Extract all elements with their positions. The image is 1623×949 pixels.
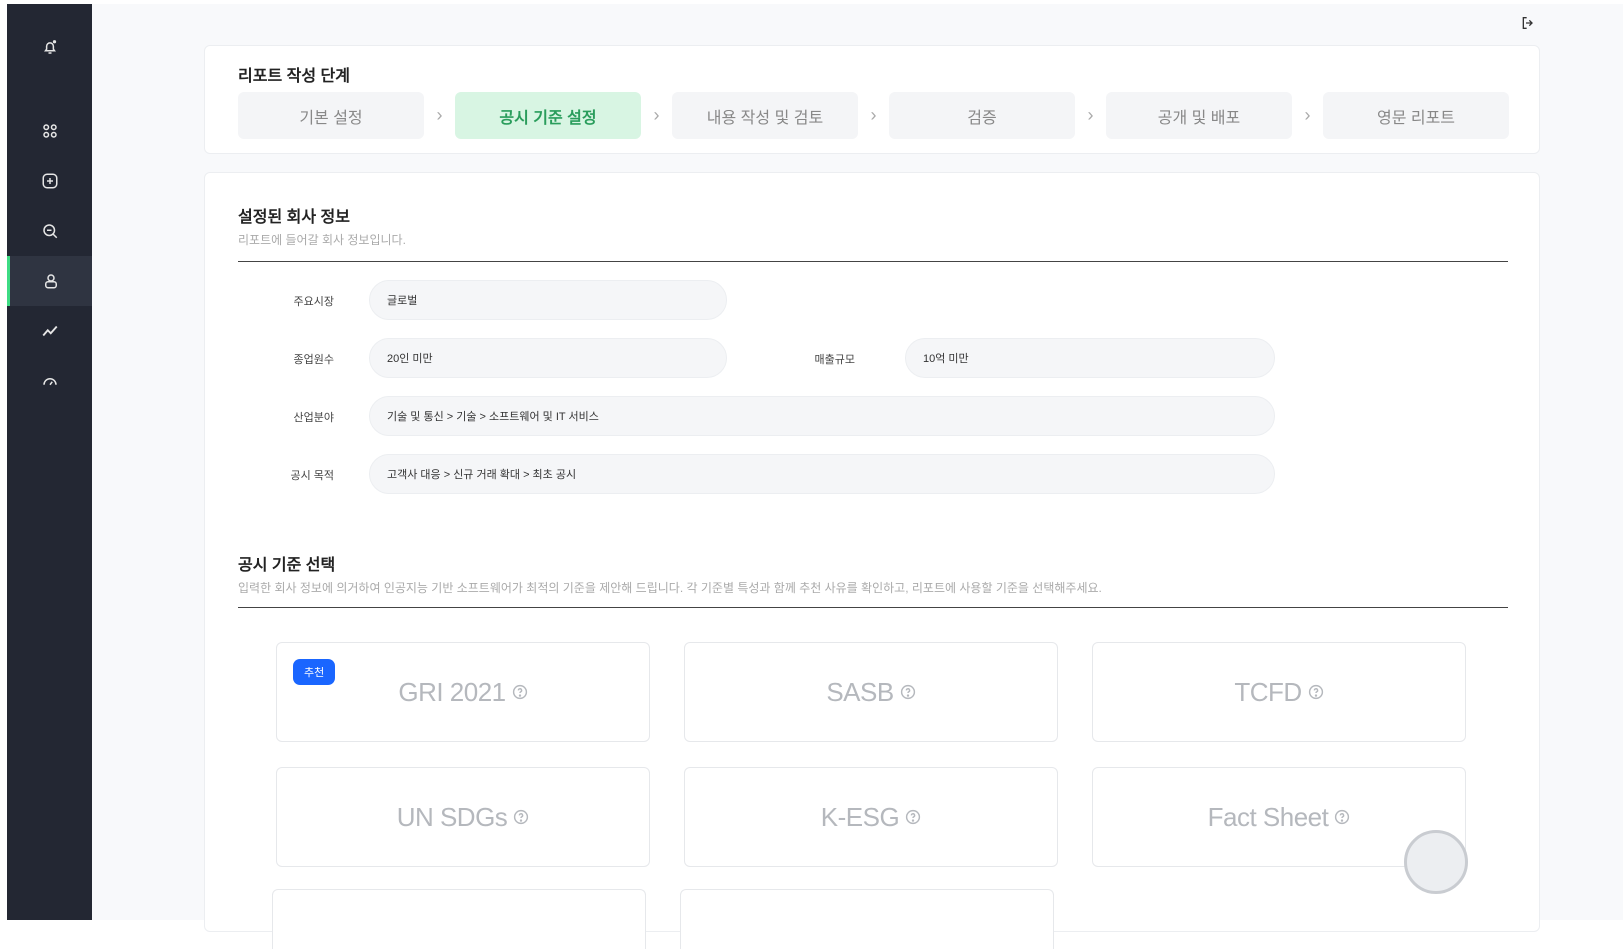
help-icon[interactable]	[513, 809, 529, 825]
help-icon[interactable]	[905, 809, 921, 825]
market-field: 글로벌	[369, 280, 727, 320]
revenue-label: 매출규모	[814, 354, 855, 366]
content-card: 설정된 회사 정보 리포트에 들어갈 회사 정보입니다. 주요시장 글로벌 종업…	[204, 172, 1540, 949]
recommend-badge: 추천	[293, 659, 336, 685]
chevron-right-icon: ›	[1304, 105, 1311, 125]
standard-label: K-ESG	[820, 801, 900, 832]
divider	[238, 607, 1508, 608]
standard-card-partial[interactable]	[272, 889, 646, 949]
user-report-icon[interactable]	[7, 256, 92, 306]
step-basic-settings[interactable]: 기본 설정	[238, 92, 424, 139]
divider	[238, 261, 1508, 262]
industry-label: 산업분야	[293, 412, 334, 424]
logout-icon[interactable]	[1517, 12, 1539, 34]
plus-square-icon[interactable]	[7, 156, 92, 206]
industry-field: 기술 및 통신 > 기술 > 소프트웨어 및 IT 서비스	[369, 396, 1275, 436]
grid-icon[interactable]	[7, 106, 92, 156]
help-icon[interactable]	[512, 684, 528, 700]
steps-card: 리포트 작성 단계 기본 설정 › 공시 기준 설정 › 내용 작성 및 검토 …	[204, 45, 1540, 154]
step-english-report[interactable]: 영문 리포트	[1323, 92, 1509, 139]
chevron-right-icon: ›	[436, 105, 443, 125]
standards-section-title: 공시 기준 선택	[238, 557, 336, 574]
company-section-subtitle: 리포트에 들어갈 회사 정보입니다.	[238, 233, 406, 247]
employees-field: 20인 미만	[369, 338, 727, 378]
standard-card-partial[interactable]	[680, 889, 1054, 949]
standard-tcfd[interactable]: TCFD	[1092, 642, 1466, 742]
standard-k-esg[interactable]: K-ESG	[684, 767, 1058, 867]
standard-label: UN SDGs	[396, 801, 508, 832]
help-icon[interactable]	[900, 684, 916, 700]
chevron-right-icon: ›	[870, 105, 877, 125]
steps-row: 기본 설정 › 공시 기준 설정 › 내용 작성 및 검토 › 검증 › 공개 …	[238, 92, 1509, 139]
standard-label: GRI 2021	[398, 676, 506, 707]
purpose-label: 공시 목적	[290, 470, 334, 482]
step-publish[interactable]: 공개 및 배포	[1106, 92, 1292, 139]
search-icon[interactable]	[7, 206, 92, 256]
company-section-title: 설정된 회사 정보	[238, 209, 350, 226]
standard-sasb[interactable]: SASB	[684, 642, 1058, 742]
gauge-icon[interactable]	[7, 356, 92, 406]
revenue-field: 10억 미만	[905, 338, 1275, 378]
help-icon[interactable]	[1308, 684, 1324, 700]
standard-label: SASB	[826, 676, 894, 707]
step-disclosure-standard[interactable]: 공시 기준 설정	[455, 92, 641, 139]
standard-un-sdgs[interactable]: UN SDGs	[276, 767, 650, 867]
standard-label: TCFD	[1234, 676, 1302, 707]
standard-label: Fact Sheet	[1207, 801, 1329, 832]
main-area: 리포트 작성 단계 기본 설정 › 공시 기준 설정 › 내용 작성 및 검토 …	[92, 4, 1623, 949]
market-label: 주요시장	[293, 296, 334, 308]
help-icon[interactable]	[1334, 809, 1350, 825]
employees-label: 종업원수	[293, 354, 334, 366]
steps-title: 리포트 작성 단계	[238, 68, 350, 85]
chevron-right-icon: ›	[1087, 105, 1094, 125]
standards-section-subtitle: 입력한 회사 정보에 의거하여 인공지능 기반 소프트웨어가 최적의 기준을 제…	[238, 581, 1102, 595]
purpose-field: 고객사 대응 > 신규 거래 확대 > 최초 공시	[369, 454, 1275, 494]
trend-icon[interactable]	[7, 306, 92, 356]
step-verification[interactable]: 검증	[889, 92, 1075, 139]
bell-icon[interactable]	[7, 22, 92, 72]
sidebar	[7, 4, 92, 920]
chevron-right-icon: ›	[653, 105, 660, 125]
floating-action-button[interactable]	[1404, 830, 1468, 894]
standard-gri-2021[interactable]: 추천 GRI 2021	[276, 642, 650, 742]
step-content-review[interactable]: 내용 작성 및 검토	[672, 92, 858, 139]
